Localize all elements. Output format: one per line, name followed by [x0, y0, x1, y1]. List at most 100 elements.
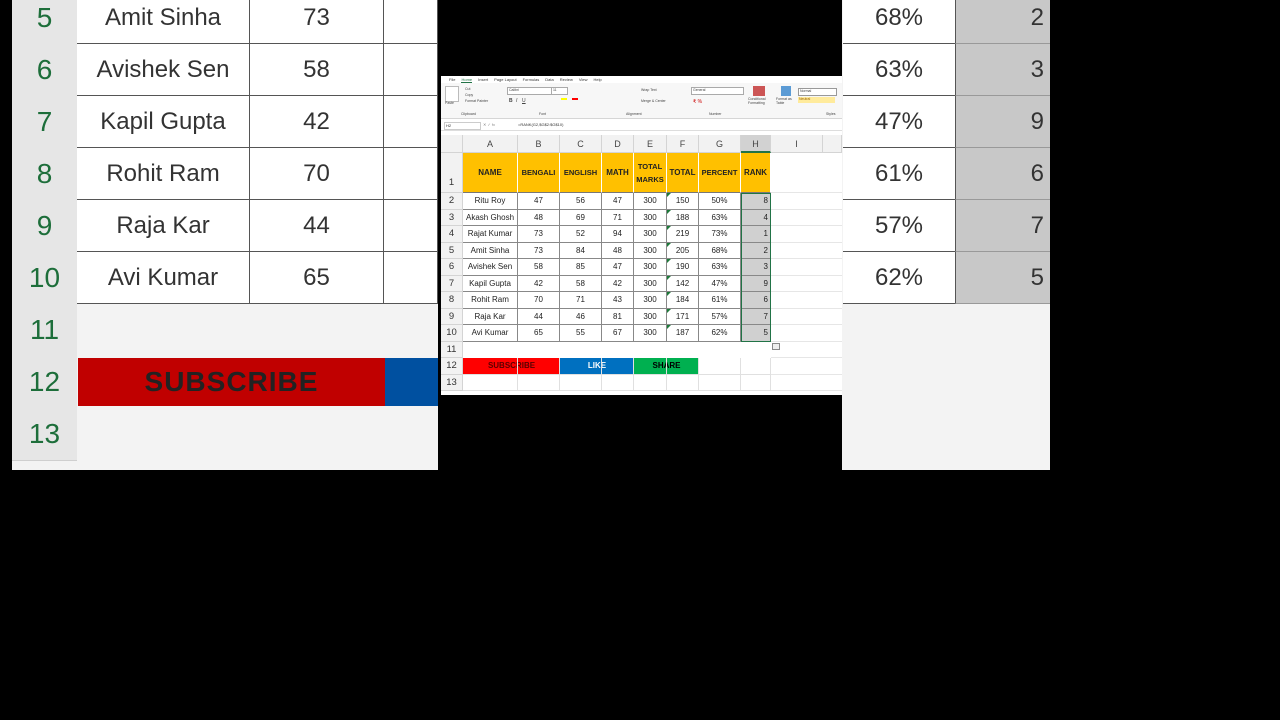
data-cell[interactable]: 300 — [634, 193, 667, 210]
data-cell[interactable]: 219 — [667, 226, 699, 243]
data-cell[interactable]: 187 — [667, 325, 699, 342]
select-all-corner[interactable] — [441, 135, 463, 153]
data-cell[interactable]: 65 — [518, 325, 560, 342]
header-bengali[interactable]: BENGALI — [518, 153, 560, 193]
tab-review[interactable]: Review — [560, 77, 573, 82]
data-cell[interactable]: 58 — [560, 275, 602, 292]
data-cell[interactable]: 8 — [741, 193, 771, 210]
empty-cell[interactable] — [667, 358, 699, 375]
formula-input[interactable]: =RANK(G2,$G$2:$G$10) — [518, 122, 563, 127]
row-header-3[interactable]: 3 — [441, 209, 463, 226]
header-name[interactable]: NAME — [463, 153, 518, 193]
data-cell[interactable]: 43 — [602, 292, 634, 309]
data-cell[interactable]: 56 — [560, 193, 602, 210]
tab-insert[interactable]: Insert — [478, 77, 488, 82]
empty-cell[interactable] — [771, 342, 842, 358]
copy-button[interactable]: Copy — [465, 93, 473, 97]
empty-cell[interactable] — [560, 374, 602, 391]
data-cell[interactable]: 171 — [667, 308, 699, 325]
row-header-11[interactable]: 11 — [441, 341, 463, 358]
data-cell[interactable]: 300 — [634, 242, 667, 259]
data-cell[interactable]: 300 — [634, 292, 667, 309]
header-math[interactable]: MATH — [602, 153, 634, 193]
header-english[interactable]: ENGLISH — [560, 153, 602, 193]
empty-cell[interactable] — [634, 374, 667, 391]
data-cell[interactable]: 52 — [560, 226, 602, 243]
format-table-icon[interactable] — [781, 86, 791, 96]
data-cell[interactable]: 85 — [560, 259, 602, 276]
style-normal[interactable]: Normal — [798, 88, 837, 96]
empty-cell[interactable] — [771, 259, 842, 276]
empty-cell[interactable] — [518, 358, 560, 375]
column-header-d[interactable]: D — [602, 135, 634, 153]
header-total-marks[interactable]: TOTAL MARKS — [634, 153, 667, 193]
header-rank[interactable]: RANK — [741, 153, 771, 193]
font-name-select[interactable]: Calibri — [507, 87, 552, 95]
data-cell[interactable]: 47% — [699, 275, 741, 292]
student-name-cell[interactable]: Rajat Kumar — [463, 226, 518, 243]
format-painter-button[interactable]: Format Painter — [465, 99, 488, 103]
empty-cell[interactable] — [741, 358, 771, 375]
data-cell[interactable]: 184 — [667, 292, 699, 309]
data-cell[interactable]: 300 — [634, 325, 667, 342]
data-cell[interactable]: 73 — [518, 226, 560, 243]
row-header-9[interactable]: 9 — [441, 308, 463, 325]
empty-cell[interactable] — [741, 374, 771, 391]
data-cell[interactable]: 42 — [518, 275, 560, 292]
empty-cell[interactable] — [560, 358, 602, 375]
empty-cell[interactable] — [602, 358, 634, 375]
tab-help[interactable]: Help — [593, 77, 601, 82]
data-cell[interactable]: 71 — [560, 292, 602, 309]
row-header-2[interactable]: 2 — [441, 193, 463, 210]
row-header-7[interactable]: 7 — [441, 275, 463, 292]
column-header-g[interactable]: G — [699, 135, 741, 153]
data-cell[interactable]: 81 — [602, 308, 634, 325]
data-cell[interactable]: 300 — [634, 275, 667, 292]
data-cell[interactable]: 73 — [518, 242, 560, 259]
data-cell[interactable]: 190 — [667, 259, 699, 276]
column-header-a[interactable]: A — [463, 135, 518, 153]
data-cell[interactable]: 2 — [741, 242, 771, 259]
empty-cell[interactable] — [771, 375, 842, 391]
data-cell[interactable]: 48 — [602, 242, 634, 259]
empty-cell[interactable] — [771, 309, 842, 325]
student-name-cell[interactable]: Avi Kumar — [463, 325, 518, 342]
data-cell[interactable]: 94 — [602, 226, 634, 243]
data-cell[interactable]: 188 — [667, 209, 699, 226]
column-header-f[interactable]: F — [667, 135, 699, 153]
data-cell[interactable]: 5 — [741, 325, 771, 342]
italic-button[interactable]: I — [516, 98, 517, 104]
tab-data[interactable]: Data — [545, 77, 553, 82]
row-header-6[interactable]: 6 — [441, 259, 463, 276]
format-as-table-button[interactable]: Format as Table — [776, 97, 798, 105]
data-cell[interactable]: 9 — [741, 275, 771, 292]
paste-icon[interactable] — [445, 86, 459, 102]
column-header-i[interactable]: I — [771, 135, 823, 153]
student-name-cell[interactable]: Akash Ghosh — [463, 209, 518, 226]
conditional-formatting-icon[interactable] — [753, 86, 765, 96]
data-cell[interactable]: 1 — [741, 226, 771, 243]
empty-cell[interactable] — [771, 358, 842, 375]
data-cell[interactable]: 7 — [741, 308, 771, 325]
data-cell[interactable]: 70 — [518, 292, 560, 309]
student-name-cell[interactable]: Amit Sinha — [463, 242, 518, 259]
data-cell[interactable]: 150 — [667, 193, 699, 210]
data-cell[interactable]: 47 — [602, 193, 634, 210]
empty-cell[interactable] — [463, 374, 518, 391]
cut-button[interactable]: Cut — [465, 87, 470, 91]
row-header-12[interactable]: 12 — [441, 358, 463, 375]
column-header-c[interactable]: C — [560, 135, 602, 153]
tab-file[interactable]: File — [449, 77, 455, 82]
row-header-5[interactable]: 5 — [441, 242, 463, 259]
empty-cell[interactable] — [463, 358, 518, 375]
data-cell[interactable]: 42 — [602, 275, 634, 292]
data-cell[interactable]: 6 — [741, 292, 771, 309]
empty-cell[interactable] — [634, 358, 667, 375]
data-cell[interactable]: 44 — [518, 308, 560, 325]
data-cell[interactable]: 4 — [741, 209, 771, 226]
empty-cell[interactable] — [771, 153, 842, 193]
bold-button[interactable]: B — [509, 98, 513, 104]
empty-cell[interactable] — [699, 358, 741, 375]
data-cell[interactable]: 68% — [699, 242, 741, 259]
row-header-4[interactable]: 4 — [441, 226, 463, 243]
